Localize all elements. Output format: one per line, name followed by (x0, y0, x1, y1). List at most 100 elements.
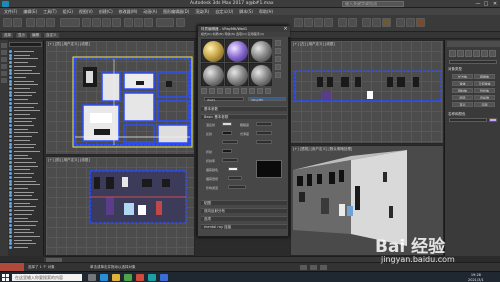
visibility-eye-icon[interactable] (9, 53, 12, 57)
link-icon[interactable] (26, 18, 35, 27)
visibility-eye-icon[interactable] (9, 112, 12, 116)
rollout-options[interactable]: 选项 (201, 216, 287, 221)
chrome-icon[interactable] (124, 274, 132, 281)
explorer-row[interactable] (9, 246, 42, 250)
explorer-row[interactable] (9, 227, 42, 231)
menu-file[interactable]: 文件(F) (4, 9, 17, 15)
file-explorer-icon[interactable] (112, 274, 120, 281)
wechat-icon[interactable] (160, 274, 168, 281)
explorer-row[interactable] (9, 205, 42, 209)
object-color-swatch[interactable] (489, 118, 497, 122)
visibility-eye-icon[interactable] (9, 72, 12, 76)
explorer-row[interactable] (9, 212, 42, 216)
visibility-eye-icon[interactable] (9, 223, 12, 227)
material-slot-6[interactable] (249, 63, 272, 86)
torus-button[interactable]: 圆环 (452, 95, 473, 100)
get-material-icon[interactable] (201, 88, 207, 94)
render-production-icon[interactable] (416, 18, 425, 27)
explorer-row[interactable] (9, 90, 42, 94)
geosphere-button[interactable]: 几何球体 (474, 81, 495, 86)
visibility-eye-icon[interactable] (9, 183, 12, 187)
filter-lights-icon[interactable] (1, 57, 7, 62)
video-color-check-icon[interactable] (275, 72, 281, 78)
ribbon-tab-customize[interactable]: 自定义 (44, 33, 59, 38)
visibility-eye-icon[interactable] (9, 242, 12, 246)
window-crossing-icon[interactable] (112, 18, 121, 27)
visibility-eye-icon[interactable] (9, 57, 12, 61)
visibility-eye-icon[interactable] (9, 127, 12, 131)
visibility-eye-icon[interactable] (9, 212, 12, 216)
play-icon[interactable] (300, 265, 307, 270)
explorer-row[interactable] (9, 179, 42, 183)
align-icon[interactable] (348, 18, 357, 27)
reference-coordinate-dropdown[interactable] (156, 18, 174, 27)
cone-button[interactable]: 圆锥体 (474, 74, 495, 79)
explorer-row[interactable] (9, 83, 42, 87)
app-icon[interactable] (136, 274, 144, 281)
maximize-button[interactable]: □ (482, 1, 490, 7)
roughness-spinner[interactable] (256, 122, 272, 126)
ribbon-tab-edit[interactable]: 编辑 (30, 33, 41, 38)
explorer-row[interactable] (9, 223, 42, 227)
object-name-field[interactable] (449, 118, 487, 122)
visibility-eye-icon[interactable] (9, 98, 12, 102)
explorer-row[interactable] (9, 198, 42, 201)
visibility-eye-icon[interactable] (9, 164, 12, 168)
ribbon-tab-select[interactable]: 选择 (2, 33, 13, 38)
plane-button[interactable]: 平面 (474, 102, 495, 107)
reflect-subdiv-spinner[interactable] (222, 140, 238, 144)
visibility-eye-icon[interactable] (9, 146, 12, 150)
explorer-row[interactable] (9, 231, 42, 235)
cylinder-button[interactable]: 圆柱体 (452, 88, 473, 93)
menu-tools[interactable]: 工具(T) (43, 9, 57, 15)
rectangular-selection-icon[interactable] (102, 18, 111, 27)
explorer-row[interactable] (9, 194, 42, 198)
geometry-type-dropdown[interactable] (449, 60, 497, 64)
menu-modifiers[interactable]: 修改器(M) (119, 9, 138, 15)
explorer-row[interactable] (9, 127, 42, 131)
visibility-eye-icon[interactable] (9, 79, 12, 83)
gloss-spinner[interactable] (256, 131, 272, 135)
explorer-row[interactable] (9, 87, 42, 90)
reflect-color-swatch[interactable] (222, 131, 232, 135)
material-name-field[interactable]: Wall1 (204, 97, 244, 102)
explorer-row[interactable] (9, 201, 42, 205)
pyramid-button[interactable]: 四棱锥 (474, 95, 495, 100)
visibility-eye-icon[interactable] (9, 64, 12, 68)
ior-spinner[interactable] (222, 158, 238, 162)
visibility-eye-icon[interactable] (9, 209, 12, 213)
explorer-row[interactable] (9, 242, 42, 246)
schematic-view-icon[interactable] (372, 18, 381, 27)
filter-helpers-icon[interactable] (1, 71, 7, 76)
rollout-maps[interactable]: 贴图 (201, 200, 287, 205)
unlink-icon[interactable] (36, 18, 45, 27)
percent-snap-icon[interactable] (314, 18, 323, 27)
assign-to-selection-icon[interactable] (217, 88, 223, 94)
spinner-snap-icon[interactable] (324, 18, 333, 27)
menu-animation[interactable]: 动画(A) (143, 9, 157, 15)
tube-button[interactable]: 管状体 (474, 88, 495, 93)
visibility-eye-icon[interactable] (9, 198, 12, 201)
visibility-eye-icon[interactable] (9, 83, 12, 87)
visibility-eye-icon[interactable] (9, 131, 12, 135)
visibility-eye-icon[interactable] (9, 186, 12, 190)
explorer-row[interactable] (9, 79, 42, 83)
snaps-toggle-icon[interactable] (294, 18, 303, 27)
filter-spacewarps-icon[interactable] (1, 78, 7, 83)
explorer-row[interactable] (9, 131, 42, 135)
visibility-eye-icon[interactable] (9, 157, 12, 161)
material-editor-menu[interactable]: 模式(D) 材质(M) 导航(N) 选项(O) 实用程序(U) (198, 32, 290, 37)
visibility-eye-icon[interactable] (9, 142, 12, 146)
material-slot-2[interactable] (225, 39, 248, 62)
edge-icon[interactable] (100, 274, 108, 281)
explorer-row[interactable] (9, 112, 42, 116)
explorer-row[interactable] (9, 172, 42, 176)
modify-tab-icon[interactable] (456, 41, 465, 47)
lights-icon[interactable] (465, 50, 472, 57)
explorer-row[interactable] (9, 72, 42, 76)
visibility-eye-icon[interactable] (9, 227, 12, 231)
rotate-icon[interactable] (134, 18, 143, 27)
explorer-row[interactable] (9, 109, 42, 113)
visibility-eye-icon[interactable] (9, 90, 12, 94)
show-map-in-viewport-icon[interactable] (257, 88, 263, 94)
